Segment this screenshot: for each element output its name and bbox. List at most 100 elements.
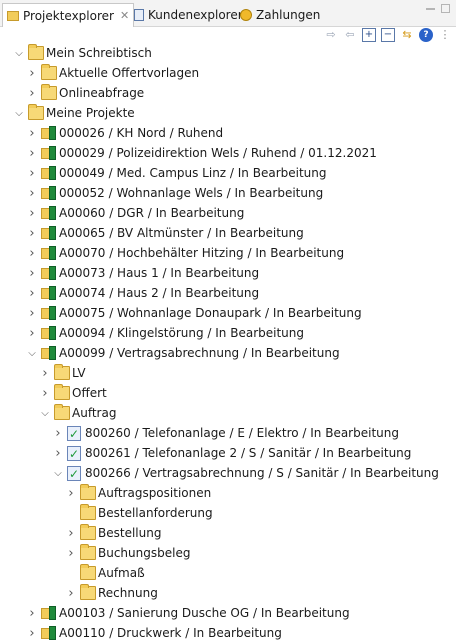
folder-icon <box>80 524 96 540</box>
tree-item[interactable]: › A00060 / DGR / In Bearbeitung <box>0 203 456 223</box>
tree-item-label: Mein Schreibtisch <box>46 46 152 60</box>
tree-item[interactable]: › A00065 / BV Altmünster / In Bearbeitung <box>0 223 456 243</box>
tree-item[interactable]: Bestellanforderung <box>0 503 456 523</box>
tree-item[interactable]: ⌵ Auftrag <box>0 403 456 423</box>
expand-chevron-icon[interactable]: › <box>27 626 37 641</box>
expand-chevron-icon[interactable]: › <box>66 586 76 601</box>
tab-kundenexplorer[interactable]: Kundenexplorer <box>130 3 247 26</box>
back-arrow-icon[interactable]: ⇦ <box>343 28 357 42</box>
tree-item[interactable]: › 000029 / Polizeidirektion Wels / Ruhend… <box>0 143 456 163</box>
forward-arrow-icon[interactable]: ⇨ <box>324 28 338 42</box>
expand-chevron-icon[interactable]: › <box>66 526 76 541</box>
expand-chevron-icon[interactable]: › <box>66 546 76 561</box>
tree-item[interactable]: › A00075 / Wohnanlage Donaupark / In Bear… <box>0 303 456 323</box>
tree-item[interactable]: › LV <box>0 363 456 383</box>
expand-chevron-icon[interactable]: › <box>27 206 37 221</box>
tree-item[interactable]: › A00073 / Haus 1 / In Bearbeitung <box>0 263 456 283</box>
maximize-icon[interactable] <box>441 4 450 13</box>
tree-item[interactable]: › A00094 / Klingelstörung / In Bearbeitun… <box>0 323 456 343</box>
tree-item[interactable]: › 000026 / KH Nord / Ruhend <box>0 123 456 143</box>
tree-item-label: 800261 / Telefonanlage 2 / S / Sanitär /… <box>85 446 412 460</box>
expand-chevron-icon[interactable]: › <box>40 386 50 401</box>
link-editor-icon[interactable]: ⇆ <box>400 28 414 42</box>
tree-item-label: Bestellung <box>98 526 162 540</box>
tree-item[interactable]: › A00110 / Druckwerk / In Bearbeitung <box>0 623 456 643</box>
tree-item[interactable]: › Bestellung <box>0 523 456 543</box>
collapse-chevron-icon[interactable]: ⌵ <box>14 108 24 119</box>
project-icon <box>41 206 57 220</box>
expand-chevron-icon[interactable]: › <box>27 146 37 161</box>
expand-chevron-icon[interactable]: › <box>27 286 37 301</box>
tab-label: Kundenexplorer <box>148 7 243 22</box>
tree-item[interactable]: Aufmaß <box>0 563 456 583</box>
expand-chevron-icon[interactable]: › <box>27 606 37 621</box>
expand-chevron-icon[interactable]: › <box>27 126 37 141</box>
tree-item[interactable]: › Auftragspositionen <box>0 483 456 503</box>
tree-item[interactable]: ⌵ Mein Schreibtisch <box>0 43 456 63</box>
tab-zahlungen[interactable]: Zahlungen <box>236 3 324 26</box>
tree-item[interactable]: ⌵ ✓ 800266 / Vertragsabrechnung / S / Sani… <box>0 463 456 483</box>
tree-item[interactable]: › A00103 / Sanierung Dusche OG / In Bearb… <box>0 603 456 623</box>
tree-item-label: A00060 / DGR / In Bearbeitung <box>59 206 245 220</box>
expand-chevron-icon[interactable]: › <box>66 486 76 501</box>
collapse-all-icon[interactable]: − <box>381 28 395 42</box>
tree-item[interactable]: › 000052 / Wohnanlage Wels / In Bearbeitu… <box>0 183 456 203</box>
expand-chevron-icon[interactable]: › <box>40 366 50 381</box>
tree-item[interactable]: › A00070 / Hochbehälter Hitzing / In Bear… <box>0 243 456 263</box>
tree-item[interactable]: › ✓ 800260 / Telefonanlage / E / Elektro /… <box>0 423 456 443</box>
expand-chevron-icon[interactable]: › <box>27 186 37 201</box>
tree-item-label: Onlineabfrage <box>59 86 145 100</box>
tree-item[interactable]: › 000049 / Med. Campus Linz / In Bearbeit… <box>0 163 456 183</box>
folder-icon <box>80 584 96 600</box>
expand-chevron-icon[interactable]: › <box>27 246 37 261</box>
folder-icon <box>80 484 96 500</box>
collapse-chevron-icon[interactable]: ⌵ <box>14 48 24 59</box>
project-icon <box>41 306 57 320</box>
tree-item-label: 000052 / Wohnanlage Wels / In Bearbeitun… <box>59 186 324 200</box>
expand-chevron-icon[interactable]: › <box>27 66 37 81</box>
tree-item[interactable]: ⌵ A00099 / Vertragsabrechnung / In Bearbe… <box>0 343 456 363</box>
project-icon <box>41 626 57 640</box>
tree-item-label: A00094 / Klingelstörung / In Bearbeitung <box>59 326 304 340</box>
expand-chevron-icon[interactable]: › <box>27 326 37 341</box>
project-icon <box>41 246 57 260</box>
folder-icon <box>80 564 96 580</box>
folder-icon <box>80 544 96 560</box>
tree-item[interactable]: › Rechnung <box>0 583 456 603</box>
expand-chevron-icon[interactable]: › <box>27 86 37 101</box>
folder-icon <box>41 84 57 100</box>
folder-icon <box>28 104 44 120</box>
help-icon[interactable]: ? <box>419 28 433 42</box>
collapse-chevron-icon[interactable]: ⌵ <box>40 408 50 419</box>
tree-item-label: 800260 / Telefonanlage / E / Elektro / I… <box>85 426 399 440</box>
view-menu-icon[interactable]: ⋮ <box>438 28 452 42</box>
project-icon <box>41 266 57 280</box>
expand-chevron-icon[interactable]: › <box>27 166 37 181</box>
expand-chevron-icon[interactable]: › <box>53 446 63 461</box>
project-explorer-icon <box>7 10 19 21</box>
close-tab-icon[interactable]: ✕ <box>120 9 129 22</box>
expand-chevron-icon[interactable]: › <box>27 266 37 281</box>
tab-label: Zahlungen <box>256 7 321 22</box>
project-icon <box>41 126 57 140</box>
collapse-chevron-icon[interactable]: ⌵ <box>27 348 37 359</box>
expand-all-icon[interactable]: + <box>362 28 376 42</box>
tab-projektexplorer[interactable]: Projektexplorer ✕ <box>2 3 135 27</box>
expand-chevron-icon[interactable]: › <box>27 226 37 241</box>
tree-item-label: Offert <box>72 386 107 400</box>
tree-item-label: A00103 / Sanierung Dusche OG / In Bearbe… <box>59 606 350 620</box>
tree-item[interactable]: › Aktuelle Offertvorlagen <box>0 63 456 83</box>
tree-item[interactable]: › Buchungsbeleg <box>0 543 456 563</box>
expand-chevron-icon[interactable]: › <box>27 306 37 321</box>
collapse-chevron-icon[interactable]: ⌵ <box>53 468 63 479</box>
tree-item[interactable]: › ✓ 800261 / Telefonanlage 2 / S / Sanitär… <box>0 443 456 463</box>
tree-item-label: A00073 / Haus 1 / In Bearbeitung <box>59 266 260 280</box>
tree-item[interactable]: ⌵ Meine Projekte <box>0 103 456 123</box>
minimize-icon[interactable] <box>426 8 435 11</box>
tree-item[interactable]: › Offert <box>0 383 456 403</box>
expand-chevron-icon[interactable]: › <box>53 426 63 441</box>
tree-item[interactable]: › A00074 / Haus 2 / In Bearbeitung <box>0 283 456 303</box>
project-tree: ⌵ Mein Schreibtisch › Aktuelle Offertvorlag… <box>0 43 456 643</box>
tree-item-label: Buchungsbeleg <box>98 546 191 560</box>
tree-item[interactable]: › Onlineabfrage <box>0 83 456 103</box>
